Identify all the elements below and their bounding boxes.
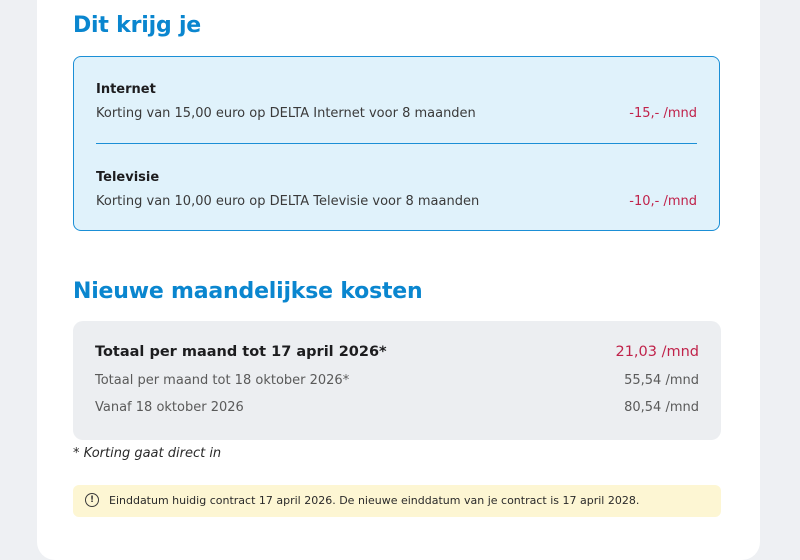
television-discount-description: Korting van 10,00 euro op DELTA Televisi… <box>96 194 480 209</box>
cost-row-value: 80,54 /mnd <box>624 400 699 415</box>
info-alert-icon: ! <box>85 493 99 507</box>
television-discount-amount: -10,- /mnd <box>629 194 697 209</box>
costs-heading: Nieuwe maandelijkse kosten <box>73 279 423 304</box>
monthly-costs-box: Totaal per maand tot 17 april 2026* 21,0… <box>73 321 721 440</box>
discount-footnote: * Korting gaat direct in <box>73 446 222 461</box>
discount-box: Internet Korting van 15,00 euro op DELTA… <box>73 56 720 231</box>
cost-row-value: 55,54 /mnd <box>624 373 699 388</box>
television-section-title: Televisie <box>96 170 160 185</box>
cost-row-label: Totaal per maand tot 17 april 2026* <box>95 344 387 360</box>
benefits-heading: Dit krijg je <box>73 13 202 38</box>
cost-row-label: Totaal per maand tot 18 oktober 2026* <box>95 373 350 388</box>
notice-text: Einddatum huidig contract 17 april 2026.… <box>109 494 640 507</box>
cost-row-label: Vanaf 18 oktober 2026 <box>95 400 244 415</box>
internet-discount-amount: -15,- /mnd <box>629 106 697 121</box>
internet-discount-description: Korting van 15,00 euro op DELTA Internet… <box>96 106 476 121</box>
internet-section-title: Internet <box>96 82 156 97</box>
contract-end-notice: ! Einddatum huidig contract 17 april 202… <box>73 485 721 517</box>
cost-row-value: 21,03 /mnd <box>615 344 699 360</box>
section-divider <box>96 143 697 144</box>
offer-card: Dit krijg je Internet Korting van 15,00 … <box>37 0 760 560</box>
